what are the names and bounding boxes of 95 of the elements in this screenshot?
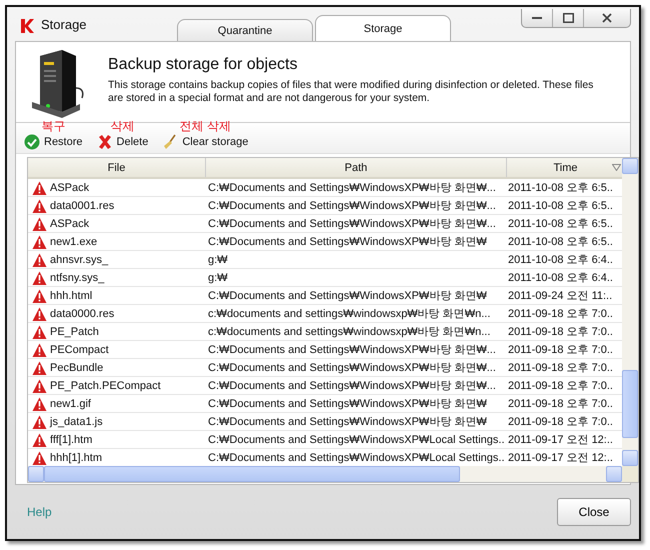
table-cell: C:₩Documents and Settings₩WindowsXP₩Local Settings... [208,452,505,464]
window-title: Storage [41,17,88,32]
table-cell: new1.gif [50,398,91,410]
table-cell: PE_Patch.PECompact [50,380,161,392]
close-icon [602,13,612,23]
description: This storage contains backup copies of files that were modified during disinfection or deleted. These files are stored in a special format and are not dangerous for your system. [108,79,594,105]
sort-icon [612,164,621,171]
table-cell: fff[1].htm [50,434,92,446]
table-cell: data0001.res [50,200,114,212]
table-cell: PECompact [50,344,109,356]
tab[interactable]: Storage [315,15,451,43]
warning-icon [32,252,47,266]
table-cell-text: 2011-10-08 오후 6:5.. [508,217,613,231]
scroll-thumb[interactable] [44,466,460,482]
annotation: 전체 삭제 [180,120,232,132]
table-cell: ASPack [50,182,90,194]
table-cell-text: 2011-09-24 오전 11:.. [508,289,612,303]
toolbar-button[interactable]: Delete [94,132,150,153]
table-cell-text: 2011-10-08 오후 6:5.. [508,181,613,195]
cross-icon [96,134,113,150]
minimize-icon [532,17,542,19]
column-header[interactable]: Path [206,158,507,177]
table-cell-text: 2011-10-08 오후 6:5.. [508,235,613,249]
close-button[interactable]: Close [557,498,631,526]
table-cell: new1.exe [50,236,98,248]
table-cell-text: C:₩Documents and Settings₩WindowsXP₩바탕 화면₩... [208,181,496,195]
warning-icon [32,216,47,230]
table-cell: hhh.html [50,290,92,302]
table-cell-text: C:₩Documents and Settings₩WindowsXP₩바탕 화면₩... [208,343,496,357]
table-cell-text: C:₩Documents and Settings₩WindowsXP₩바탕 화면₩ [208,397,487,411]
table-cell-text: 2011-09-18 오후 7:0.. [508,325,613,339]
scroll-left-button[interactable] [28,466,44,482]
table-cell-text: 2011-09-18 오후 7:0.. [508,361,613,375]
app-logo-icon [19,18,35,34]
table-cell-text: C:₩Documents and Settings₩WindowsXP₩바탕 화면₩... [208,217,496,231]
table-cell: g:₩ [208,254,228,266]
column-header[interactable]: File [28,158,206,177]
table-cell-text: c:₩documents and settings₩windowsxp₩바탕 화면₩n... [208,307,490,321]
table-cell: PecBundle [50,362,104,374]
warning-icon [32,234,47,248]
maximize-icon [562,13,574,23]
tab[interactable]: Quarantine [177,19,313,42]
check-icon [24,134,40,150]
warning-icon [32,450,47,464]
table-cell-text: 2011-09-18 오후 7:0.. [508,397,613,411]
table-cell-text: 2011-09-17 오전 12:.. [508,433,613,447]
warning-icon [32,324,47,338]
horizontal-scrollbar[interactable] [28,466,622,482]
vertical-scrollbar[interactable] [622,158,638,466]
table-cell: C:₩Documents and Settings₩WindowsXP₩Local Settings... [208,434,505,446]
table-cell-text: 2011-09-18 오후 7:0.. [508,415,613,429]
table-cell: PE_Patch [50,326,99,338]
warning-icon [32,414,47,428]
table-cell-text: 2011-09-18 오후 7:0.. [508,379,613,393]
warning-icon [32,288,47,302]
warning-icon [32,396,47,410]
table-cell: ASPack [50,218,90,230]
table-cell: g:₩ [208,272,228,284]
table-cell: ntfsny.sys_ [50,272,104,284]
table-cell-text: C:₩Documents and Settings₩WindowsXP₩바탕 화면₩... [208,379,496,393]
table-cell-text: C:₩Documents and Settings₩WindowsXP₩바탕 화면₩... [208,361,496,375]
annotation: 삭제 [110,120,134,132]
warning-icon [32,432,47,446]
warning-icon [32,198,47,212]
warning-icon [32,378,47,392]
toolbar-button[interactable]: Clear storage [160,132,250,153]
warning-icon [32,270,47,284]
table-cell: ahnsvr.sys_ [50,254,108,266]
scroll-up-button[interactable] [622,158,638,174]
table-cell-text: 2011-10-08 오후 6:4.. [508,253,613,267]
broom-icon [162,134,178,150]
table-cell: data0000.res [50,308,114,320]
table-cell: hhh[1].htm [50,452,102,464]
table-cell-text: 2011-09-18 오후 7:0.. [508,343,613,357]
scroll-thumb[interactable] [622,370,638,438]
table-cell-text: C:₩Documents and Settings₩WindowsXP₩바탕 화면₩ [208,415,487,429]
scrollbar-corner [622,466,638,482]
heading: Backup storage for objects [108,56,298,74]
warning-icon [32,342,47,356]
table-cell-text: 2011-09-18 오후 7:0.. [508,307,613,321]
table-cell-text: C:₩Documents and Settings₩WindowsXP₩바탕 화면₩ [208,289,487,303]
warning-icon [32,360,47,374]
annotation: 복구 [41,120,66,132]
table-cell-text: 2011-10-08 오후 6:4.. [508,271,613,285]
table-cell-text: C:₩Documents and Settings₩WindowsXP₩바탕 화면₩ [208,235,487,249]
table-cell: js_data1.js [50,416,103,428]
scroll-right-button[interactable] [606,466,622,482]
table-cell-text: 2011-10-08 오후 6:5.. [508,199,613,213]
warning-icon [32,306,47,320]
table-cell-text: C:₩Documents and Settings₩WindowsXP₩바탕 화면₩... [208,199,496,213]
warning-icon [32,180,47,194]
toolbar-button[interactable]: Restore [22,132,85,153]
scroll-down-button[interactable] [622,450,638,466]
table-cell-text: 2011-09-17 오전 12:.. [508,451,613,465]
table-cell-text: c:₩documents and settings₩windowsxp₩바탕 화면₩n... [208,325,490,339]
